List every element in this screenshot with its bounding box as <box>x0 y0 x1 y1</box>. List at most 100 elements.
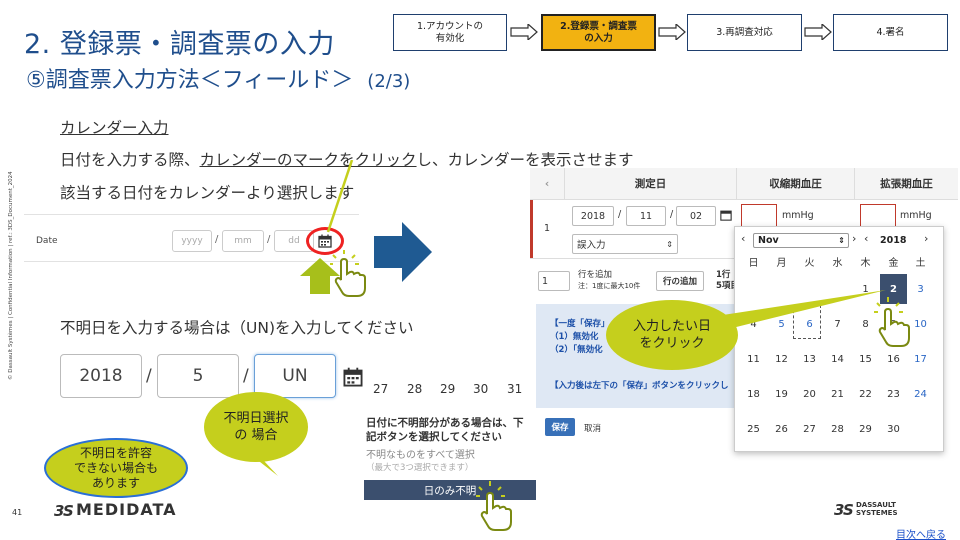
click-date-callout: 入力したい日 をクリック <box>606 300 738 370</box>
calendar-input-heading: カレンダー入力 <box>60 119 169 137</box>
calendar-day[interactable]: 30 <box>473 382 488 396</box>
grid-month-input[interactable]: 11 <box>626 206 666 226</box>
grid-divider <box>530 258 735 259</box>
diastolic-unit: mmHg <box>900 210 932 221</box>
date-month-input[interactable]: mm <box>222 230 264 252</box>
medidata-logo-text: MEDIDATA <box>76 500 177 519</box>
step-arrow-icon <box>804 24 832 40</box>
field-separator: / <box>146 366 152 386</box>
calendar-day[interactable]: 26 <box>768 414 795 444</box>
callout-line: をクリック <box>639 336 705 351</box>
popup-line-4: （最大で3つ選択できます） <box>366 463 474 473</box>
calendar-icon[interactable] <box>720 209 732 221</box>
medidata-logo: 3S MEDIDATA <box>54 500 177 519</box>
calendar-day[interactable]: 20 <box>796 379 823 409</box>
calendar-day[interactable]: 19 <box>768 379 795 409</box>
cancel-button[interactable]: 取消 <box>584 422 601 434</box>
page-title: 2. 登録票・調査票の入力 <box>24 29 335 60</box>
diastolic-input[interactable] <box>860 204 896 228</box>
page-number: 41 <box>12 508 23 517</box>
grid-year-input[interactable]: 2018 <box>572 206 614 226</box>
info-line-2: （1）無効化 <box>550 332 599 342</box>
calendar-day[interactable]: 30 <box>880 414 907 444</box>
systolic-input[interactable] <box>741 204 777 228</box>
unknown-day-field[interactable]: UN <box>254 354 336 398</box>
callout-line: 不明日選択 <box>223 411 289 426</box>
hand-pointer-icon <box>476 481 512 531</box>
dassault-text-1: DASSAULT <box>856 501 896 509</box>
step-arrow-icon <box>658 24 686 40</box>
calendar-day[interactable]: 24 <box>907 379 934 409</box>
status-select[interactable]: 誤入力 ⇕ <box>572 234 678 254</box>
next-year-icon[interactable]: › <box>924 232 928 245</box>
calendar-day[interactable]: 18 <box>740 379 767 409</box>
popup-line-2: 記ボタンを選択してください <box>366 431 502 443</box>
row-marker <box>530 200 533 258</box>
prev-month-icon[interactable]: ‹ <box>741 232 745 245</box>
popup-line-1: 日付に不明部分がある場合は、下 <box>366 417 524 429</box>
calendar-day[interactable]: 21 <box>824 379 851 409</box>
row-number: 1 <box>544 223 551 234</box>
field-separator: / <box>243 366 249 386</box>
add-count-input[interactable]: 1 <box>538 271 570 291</box>
info-line-1: 【一度「保存」 <box>550 319 610 329</box>
svg-text:S: S <box>63 502 74 519</box>
info-bottom: 【入力後は左下の「保存」ボタンをクリックし <box>550 381 729 391</box>
unknown-year-field[interactable]: 2018 <box>60 354 142 398</box>
calendar-day[interactable]: 27 <box>796 414 823 444</box>
step-arrow-icon <box>510 24 538 40</box>
step-1-line2: 有効化 <box>435 32 465 44</box>
prev-year-icon[interactable]: ‹ <box>864 232 868 245</box>
date-year-input[interactable]: yyyy <box>172 230 212 252</box>
systolic-unit: mmHg <box>782 210 814 221</box>
month-select-value: Nov <box>758 235 779 246</box>
calendar-day[interactable]: 23 <box>880 379 907 409</box>
add-row-label: 行を追加注：1度に最大10件 <box>578 270 640 292</box>
popup-line-3: 不明なものをすべて選択 <box>366 450 475 461</box>
calendar-day[interactable]: 13 <box>796 344 823 374</box>
calendar-day[interactable]: 31 <box>507 382 522 396</box>
weekday-header: 土 <box>915 257 926 269</box>
calendar-day[interactable]: 29 <box>440 382 455 396</box>
calendar-day[interactable]: 28 <box>407 382 422 396</box>
unknown-month-field[interactable]: 5 <box>157 354 239 398</box>
instruction-suffix: し、カレンダーを表示させます <box>416 151 634 169</box>
next-month-icon[interactable]: › <box>852 232 856 245</box>
calendar-day[interactable]: 14 <box>824 344 851 374</box>
calendar-day[interactable]: 12 <box>768 344 795 374</box>
select-arrow-icon: ⇕ <box>838 236 845 245</box>
instruction-prefix: 日付を入力する際、 <box>60 151 200 169</box>
grid-separator: / <box>618 209 622 220</box>
calendar-day[interactable]: 11 <box>740 344 767 374</box>
toc-link[interactable]: 目次へ戻る <box>896 526 946 540</box>
grid-header-date: 測定日 <box>565 168 737 200</box>
step-4: 4.署名 <box>833 14 948 51</box>
right-arrow-icon <box>374 222 432 282</box>
calendar-icon[interactable] <box>343 367 363 387</box>
calendar-day[interactable]: 22 <box>852 379 879 409</box>
date-separator: / <box>267 234 271 245</box>
callout-line: 入力したい日 <box>632 319 711 334</box>
grid-header-systolic: 収縮期血圧 <box>737 168 855 200</box>
grid-day-input[interactable]: 02 <box>676 206 716 226</box>
calendar-day[interactable]: 27 <box>373 382 388 396</box>
3ds-logo-icon: 3S <box>834 501 854 518</box>
calendar-day[interactable]: 28 <box>824 414 851 444</box>
calendar-day[interactable]: 25 <box>740 414 767 444</box>
select-arrow-icon: ⇕ <box>666 239 673 249</box>
step-4-line1: 4.署名 <box>876 26 905 38</box>
step-1-line1: 1.アカウントの <box>416 20 484 32</box>
save-button[interactable]: 保存 <box>545 418 575 436</box>
pointer-line <box>326 160 354 233</box>
page-subtitle: ⑤調査票入力方法＜フィールド＞ (2/3) <box>26 62 410 94</box>
step-2-line1: 2.登録票・調査票 <box>560 20 637 32</box>
add-row-text: 行を追加 <box>578 270 613 280</box>
callout-line: 不明日を許容 <box>79 445 152 460</box>
hand-pointer-icon <box>330 250 366 297</box>
add-row-note: 注：1度に最大10件 <box>578 282 641 290</box>
calendar-day[interactable]: 29 <box>852 414 879 444</box>
unknown-date-note: 不明日を入力する場合は（UN)を入力してください <box>60 319 414 337</box>
back-chevron-icon[interactable]: ‹ <box>530 168 565 200</box>
info-line-3: （2）「無効化 <box>550 345 603 355</box>
date-separator: / <box>215 234 219 245</box>
